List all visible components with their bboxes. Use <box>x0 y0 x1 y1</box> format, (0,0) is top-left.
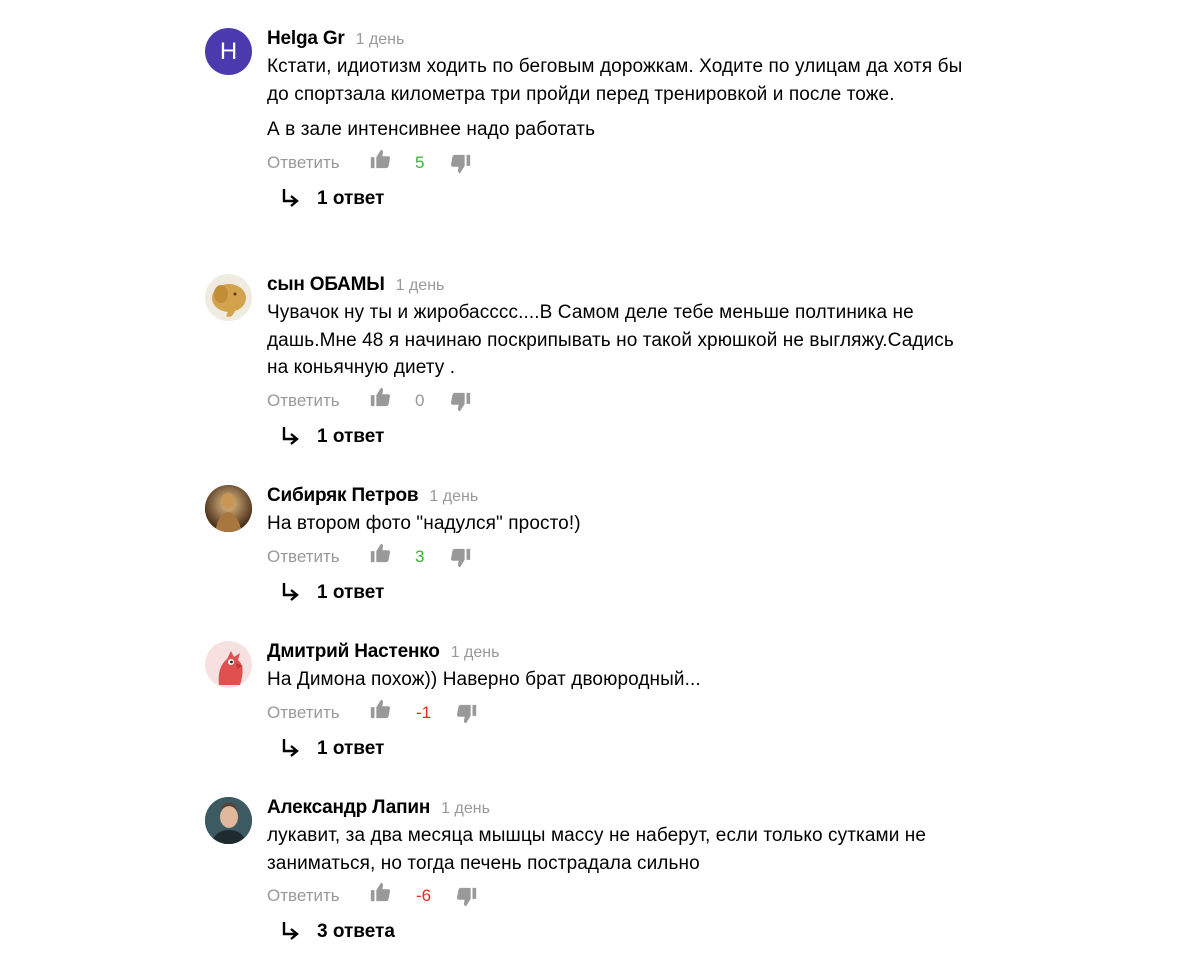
reply-button[interactable]: Ответить <box>267 153 340 173</box>
thumbs-up-icon[interactable] <box>369 542 391 564</box>
comment-author[interactable]: сын ОБАМЫ <box>267 274 385 296</box>
comment-paragraph: На втором фото "надулся" просто!) <box>267 513 581 534</box>
comment-author[interactable]: Helga Gr <box>267 28 345 50</box>
comment-paragraph: Кстати, идиотизм ходить по беговым дорож… <box>267 56 963 105</box>
thumbs-up-icon[interactable] <box>369 881 391 903</box>
reply-arrow-icon <box>281 188 301 210</box>
comment-score: 3 <box>415 546 425 566</box>
comment-score: -6 <box>416 886 432 905</box>
comment-time[interactable]: 1 день <box>441 800 490 818</box>
reply-arrow-icon <box>281 738 301 760</box>
avatar[interactable] <box>205 797 252 844</box>
reply-arrow-icon <box>281 426 301 448</box>
comment-text: Кстати, идиотизм ходить по беговым дорож… <box>267 53 967 144</box>
parrot-avatar-icon <box>218 651 243 685</box>
comment-text: Чувачок ну ты и жиробасссс....В Самом де… <box>267 299 967 382</box>
thumbs-down-icon[interactable] <box>450 153 472 175</box>
comment-text: На Димона похож)) Наверно брат двоюродны… <box>267 666 967 694</box>
thumbs-down-icon[interactable] <box>456 886 478 908</box>
comment-score: -1 <box>416 702 432 722</box>
comment-time[interactable]: 1 день <box>451 644 500 662</box>
reply-button[interactable]: Ответить <box>267 547 340 567</box>
reply-arrow-icon <box>281 921 301 943</box>
thumbs-up-icon[interactable] <box>369 698 391 720</box>
person-photo-avatar <box>205 797 252 844</box>
reply-button[interactable]: Ответить <box>267 703 340 723</box>
thumbs-up-icon[interactable] <box>369 386 391 408</box>
avatar[interactable] <box>205 485 252 532</box>
thumbs-up-icon[interactable] <box>369 148 391 170</box>
avatar[interactable] <box>205 274 252 321</box>
comment-text: лукавит, за два месяца мышцы массу не на… <box>267 822 967 877</box>
show-replies-button[interactable]: 1 ответ <box>317 188 384 210</box>
elephant-avatar-icon <box>212 284 246 317</box>
thumbs-down-icon[interactable] <box>450 391 472 413</box>
avatar[interactable]: H <box>205 28 252 75</box>
reply-button[interactable]: Ответить <box>267 886 340 906</box>
comment-text: На втором фото "надулся" просто!) <box>267 510 967 538</box>
comment-score: 0 <box>415 390 425 410</box>
reply-arrow-icon <box>281 582 301 604</box>
thumbs-down-icon[interactable] <box>450 547 472 569</box>
comment-time[interactable]: 1 день <box>429 488 478 506</box>
reply-button[interactable]: Ответить <box>267 391 340 411</box>
comment-paragraph: лукавит, за два месяца мышцы массу не на… <box>267 825 927 874</box>
avatar-letter: H <box>219 38 238 65</box>
comment-author[interactable]: Дмитрий Настенко <box>267 641 440 663</box>
show-replies-button[interactable]: 3 ответа <box>317 921 395 943</box>
comment-score: 5 <box>415 152 425 172</box>
comment-paragraph: На Димона похож)) Наверно брат двоюродны… <box>267 669 701 690</box>
show-replies-button[interactable]: 1 ответ <box>317 582 384 604</box>
comment-time[interactable]: 1 день <box>356 31 405 49</box>
thumbs-down-icon[interactable] <box>456 703 478 725</box>
show-replies-button[interactable]: 1 ответ <box>317 738 384 760</box>
comment-author[interactable]: Александр Лапин <box>267 797 430 819</box>
comment-time[interactable]: 1 день <box>396 277 445 295</box>
show-replies-button[interactable]: 1 ответ <box>317 426 384 448</box>
comment-author[interactable]: Сибиряк Петров <box>267 485 419 507</box>
avatar[interactable] <box>205 641 252 688</box>
comment-paragraph: Чувачок ну ты и жиробасссс....В Самом де… <box>267 302 954 378</box>
statue-photo-avatar <box>205 485 252 532</box>
comment-paragraph: А в зале интенсивнее надо работать <box>267 119 596 140</box>
